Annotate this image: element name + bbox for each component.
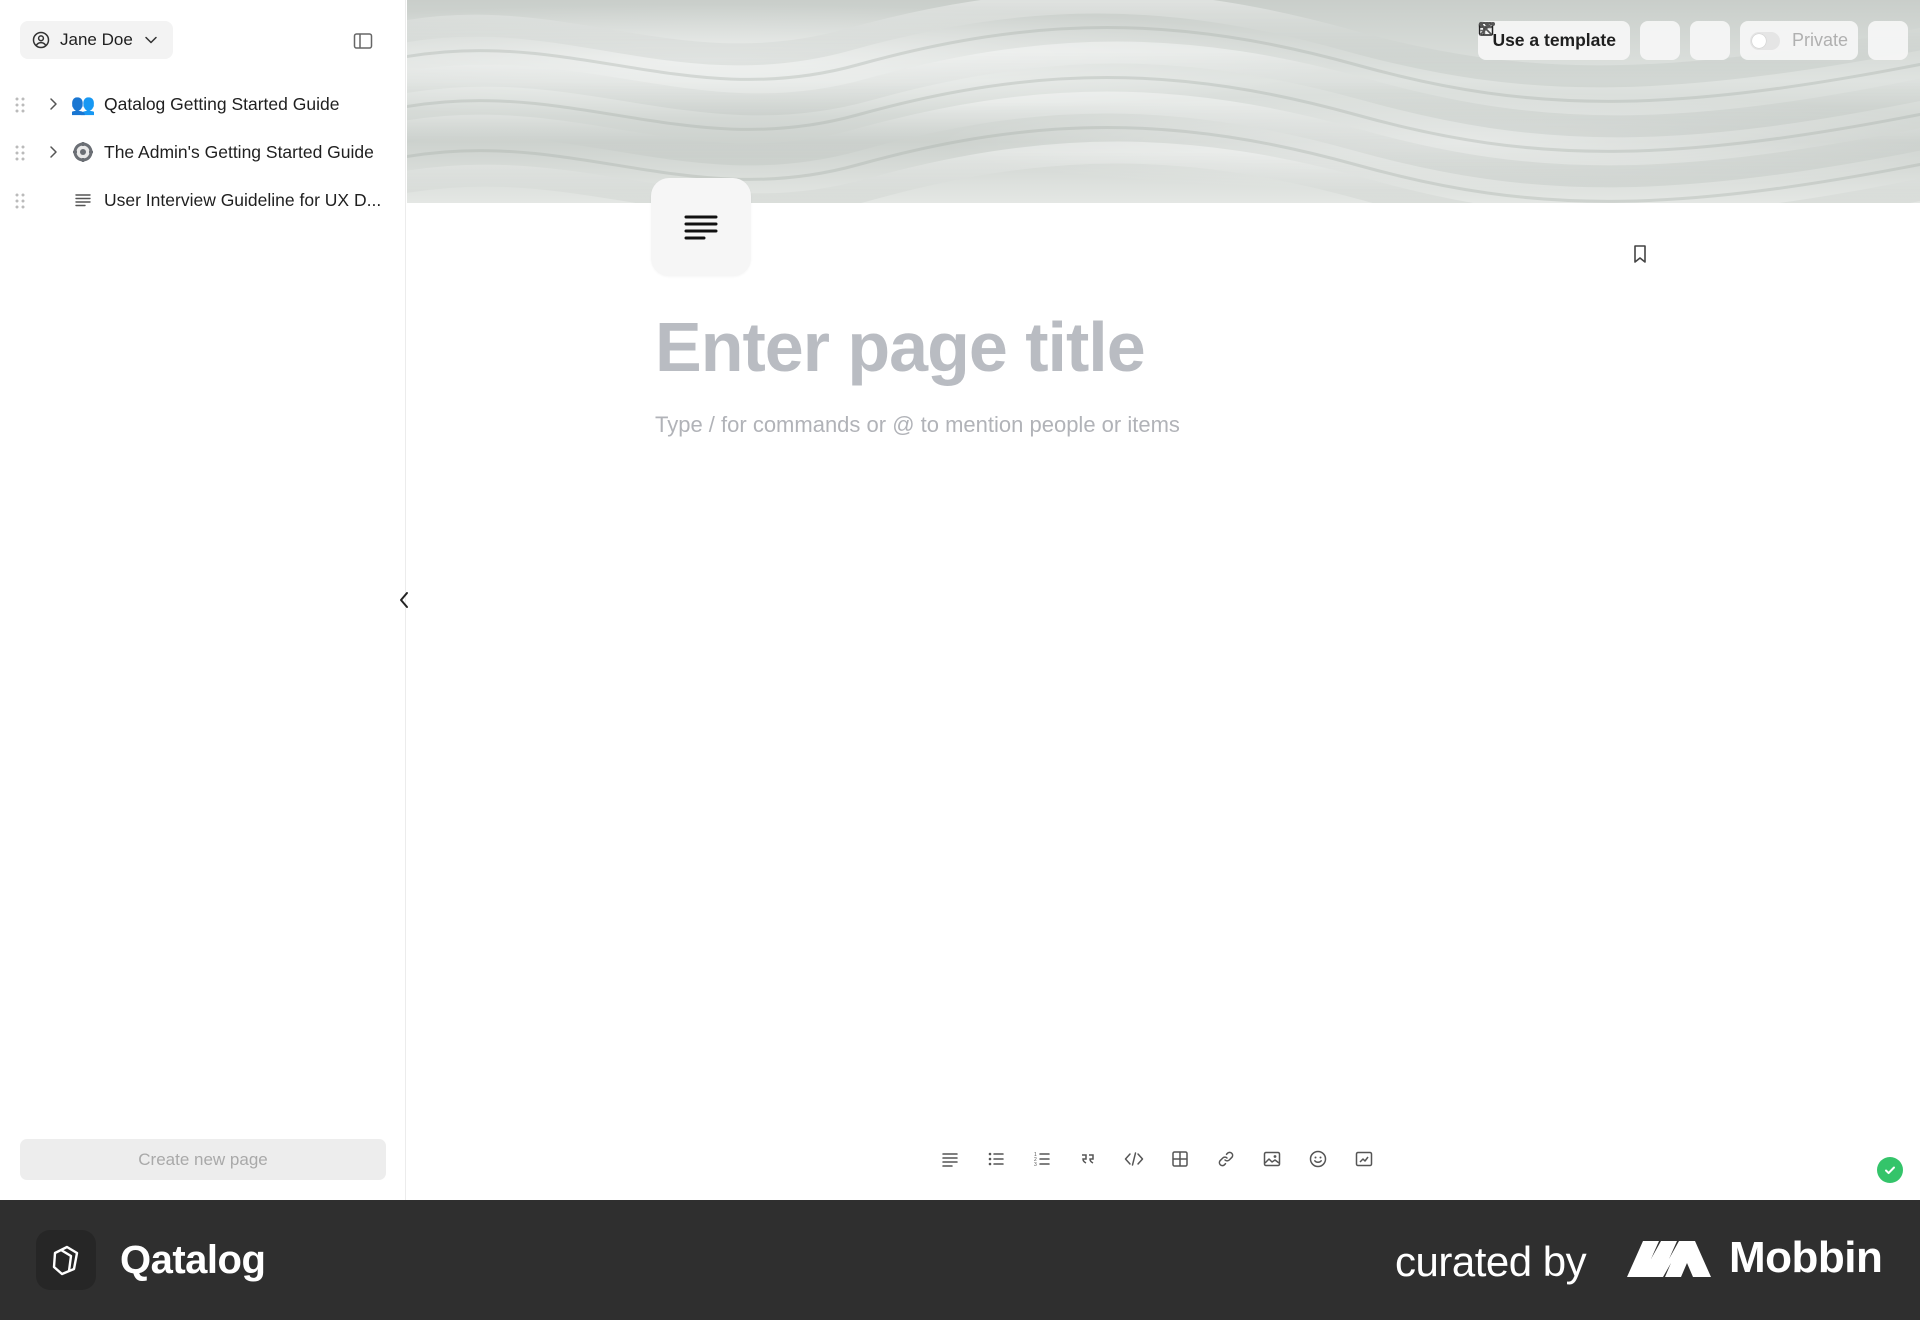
private-toggle[interactable]: Private xyxy=(1739,21,1858,60)
create-new-page-button[interactable]: Create new page xyxy=(20,1139,386,1180)
page-title-input[interactable] xyxy=(655,302,1655,392)
embed-icon[interactable] xyxy=(1352,1147,1376,1171)
code-icon[interactable] xyxy=(1122,1147,1146,1171)
chevron-right-icon[interactable] xyxy=(45,144,61,160)
numbered-list-icon[interactable]: 123 xyxy=(1030,1147,1054,1171)
app-name: Qatalog xyxy=(120,1238,266,1282)
tree-item-admin-guide[interactable]: The Admin's Getting Started Guide xyxy=(0,128,406,176)
cover-image[interactable]: Use a template Private xyxy=(407,0,1920,203)
svg-text:3: 3 xyxy=(1034,1162,1037,1167)
people-icon: 👥 xyxy=(70,93,96,116)
sidebar-panel-icon[interactable] xyxy=(352,30,374,52)
collapse-sidebar-icon[interactable] xyxy=(396,588,412,612)
bullet-list-icon[interactable] xyxy=(984,1147,1008,1171)
user-name: Jane Doe xyxy=(60,30,133,49)
page-toolbar: Use a template Private xyxy=(1478,21,1920,60)
format-toolbar: 123 xyxy=(938,1147,1376,1171)
link-icon[interactable] xyxy=(1214,1147,1238,1171)
more-options-button[interactable] xyxy=(1479,21,1730,60)
tree-item-label: Qatalog Getting Started Guide xyxy=(104,94,340,114)
tree-item-label: User Interview Guideline for UX D... xyxy=(104,190,382,210)
drag-handle-icon[interactable] xyxy=(13,143,27,163)
table-icon[interactable] xyxy=(1168,1147,1192,1171)
text-align-left-icon xyxy=(684,215,718,240)
mobbin-name: Mobbin xyxy=(1729,1233,1883,1282)
emoji-icon[interactable] xyxy=(1306,1147,1330,1171)
private-label: Private xyxy=(1791,30,1848,50)
sidebar: Jane Doe 👥 Qatalog Getting Started Guide… xyxy=(0,0,406,1200)
chevron-right-icon[interactable] xyxy=(45,96,61,112)
page-tree: 👥 Qatalog Getting Started Guide The Admi… xyxy=(0,80,406,224)
user-circle-icon xyxy=(32,31,50,49)
tree-item-user-interview[interactable]: User Interview Guideline for UX D... xyxy=(0,176,406,224)
use-template-button[interactable]: Use a template xyxy=(1478,21,1630,60)
mobbin-logo-icon xyxy=(1627,1241,1711,1277)
app-window: Jane Doe 👥 Qatalog Getting Started Guide… xyxy=(0,0,1920,1200)
drag-handle-icon[interactable] xyxy=(13,191,27,211)
bookmark-icon[interactable] xyxy=(1631,244,1649,264)
text-lines-icon xyxy=(70,188,96,212)
use-template-label: Use a template xyxy=(1492,30,1616,50)
page-icon-picker[interactable] xyxy=(651,178,751,276)
page-body-input[interactable] xyxy=(655,410,1655,440)
tree-item-label: The Admin's Getting Started Guide xyxy=(104,142,374,162)
gear-icon xyxy=(70,140,96,164)
paragraph-icon[interactable] xyxy=(938,1147,962,1171)
tree-item-qatalog-guide[interactable]: 👥 Qatalog Getting Started Guide xyxy=(0,80,406,128)
chevron-down-icon xyxy=(145,36,157,44)
close-button[interactable] xyxy=(1480,21,1908,60)
close-icon xyxy=(1480,23,1493,35)
drag-handle-icon[interactable] xyxy=(13,95,27,115)
quote-icon[interactable] xyxy=(1076,1147,1100,1171)
qatalog-logo-icon xyxy=(36,1230,96,1290)
user-switcher-button[interactable]: Jane Doe xyxy=(20,21,173,59)
editor-area: Use a template Private Enter page title … xyxy=(407,0,1920,1200)
image-icon[interactable] xyxy=(1260,1147,1284,1171)
minimize-button[interactable] xyxy=(1479,21,1680,60)
mobbin-brand: Mobbin xyxy=(1625,1233,1883,1283)
curated-by-label: curated by xyxy=(1395,1238,1587,1285)
saved-status-check-icon xyxy=(1877,1157,1903,1183)
toggle-switch[interactable] xyxy=(1749,31,1780,50)
